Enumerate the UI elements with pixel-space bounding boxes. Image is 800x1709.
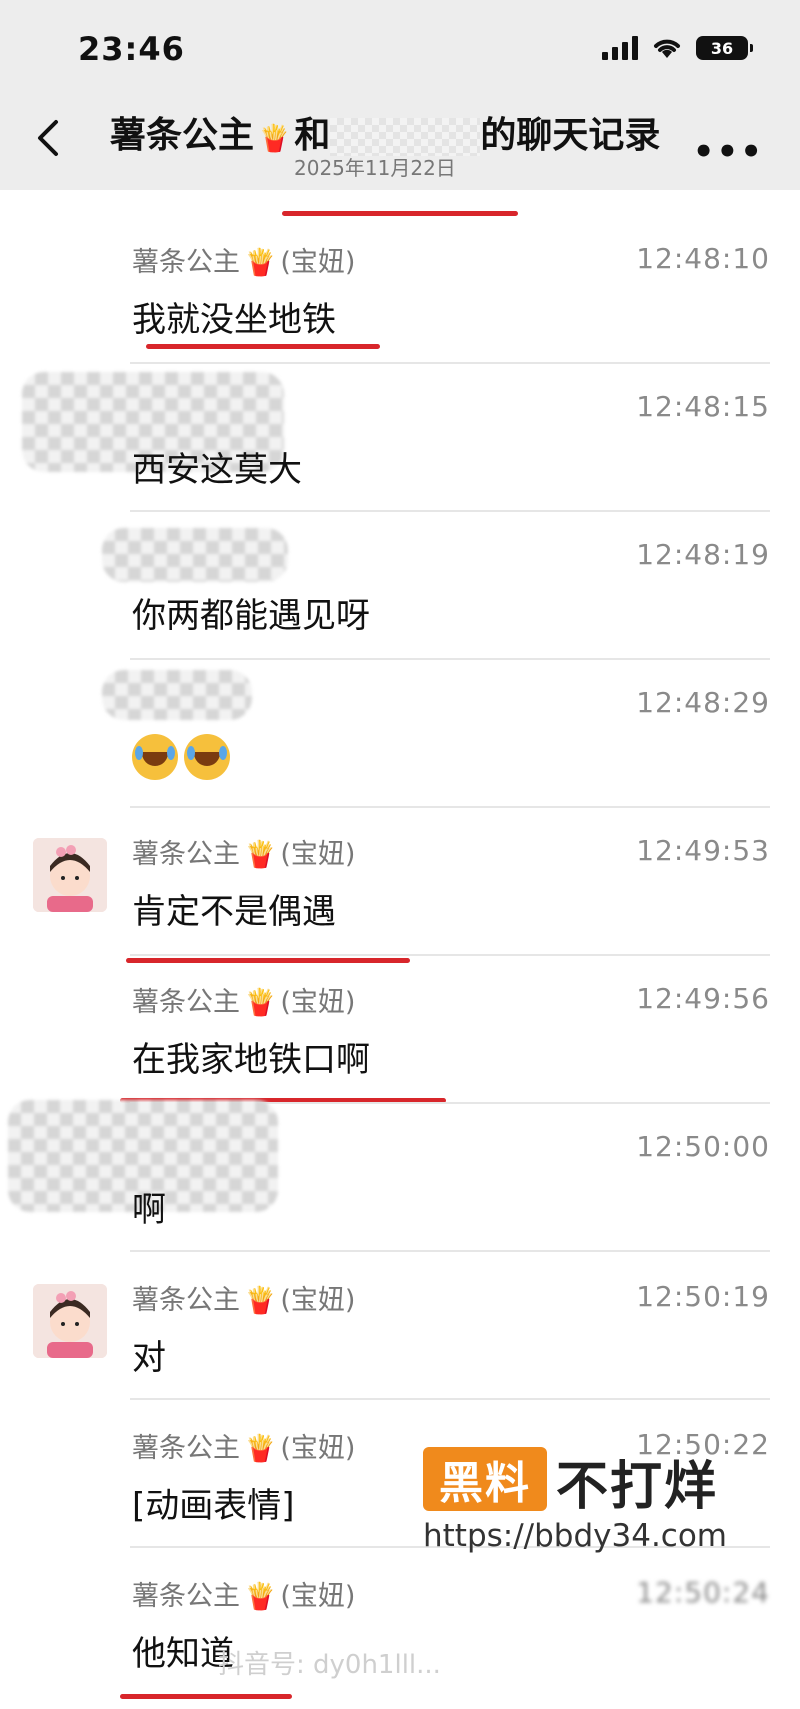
title-name: 薯条公主 <box>110 115 255 156</box>
sender-name: 薯条公主 🍟 (宝妞) <box>132 839 356 870</box>
highlight-underline <box>126 958 410 963</box>
timestamp: 12:49:56 <box>636 982 770 1015</box>
fries-icon: 🍟 <box>244 1582 277 1612</box>
timestamp: 12:48:19 <box>636 538 770 571</box>
timestamp: 12:50:00 <box>636 1130 770 1163</box>
wifi-icon <box>654 39 680 58</box>
timestamp: 12:48:15 <box>636 390 770 423</box>
message-text: 在我家地铁口啊 <box>132 1040 370 1080</box>
timestamp: 12:50:19 <box>636 1280 770 1313</box>
message-text: [动画表情] <box>132 1486 295 1526</box>
highlight-underline <box>146 344 380 349</box>
timestamp: 12:48:10 <box>636 242 770 275</box>
signal-icon <box>602 36 638 60</box>
status-icons: 36 <box>602 36 753 60</box>
laughing-crying-emoji-icon <box>184 734 230 780</box>
chat-date: 2025年11月22日 <box>294 156 456 180</box>
title-and: 和 <box>294 115 331 156</box>
status-bar: 23:46 36 <box>0 0 800 92</box>
more-options-icon[interactable]: ••• <box>693 132 764 172</box>
sender-name: 薯条公主 🍟 (宝妞) <box>132 247 356 278</box>
message-text: 肯定不是偶遇 <box>132 892 336 932</box>
fries-icon: 🍟 <box>244 840 277 870</box>
list-item[interactable]: 薯条公主 🍟 (宝妞) 12:49:56 在我家地铁口啊 <box>0 972 800 1100</box>
clock: 23:46 <box>78 30 185 68</box>
highlight-underline <box>120 1694 292 1699</box>
divider <box>130 806 770 808</box>
divider <box>130 362 770 364</box>
douyin-watermark: 抖音号: dy0h1lll... <box>218 1650 441 1680</box>
sender-name: 薯条公主 🍟 (宝妞) <box>132 1285 356 1316</box>
chat-header: 薯条公主 🍟 和 的聊天记录 2025年11月22日 ••• <box>0 92 800 190</box>
fries-icon: 🍟 <box>244 1286 277 1316</box>
list-item[interactable]: 薯条公主 🍟 (宝妞) 12:48:10 我就没坐地铁 <box>0 232 800 360</box>
redacted-name <box>330 118 481 156</box>
list-item[interactable]: 12:48:15 西安这莫大 <box>0 380 800 508</box>
watermark-url: https://bbdy34.com <box>423 1518 728 1554</box>
divider <box>130 510 770 512</box>
watermark-text: 不打烊 <box>556 1457 719 1517</box>
back-arrow-icon[interactable] <box>34 118 62 158</box>
message-text: 我就没坐地铁 <box>132 300 336 340</box>
list-item[interactable]: 12:48:29 <box>0 676 800 804</box>
list-item[interactable]: 薯条公主 🍟 (宝妞) 12:49:53 肯定不是偶遇 <box>0 824 800 952</box>
sender-name: 薯条公主 🍟 (宝妞) <box>132 987 356 1018</box>
title-suffix: 的聊天记录 <box>480 115 661 156</box>
message-text: 你两都能遇见呀 <box>132 596 370 636</box>
divider <box>130 658 770 660</box>
list-item[interactable]: 薯条公主 🍟 (宝妞) 12:50:19 对 <box>0 1268 800 1396</box>
sender-name: 薯条公主 🍟 (宝妞) <box>132 1581 356 1612</box>
divider <box>130 1250 770 1252</box>
fries-icon: 🍟 <box>244 988 277 1018</box>
fries-icon: 🍟 <box>244 248 277 278</box>
message-text: 对 <box>132 1338 166 1378</box>
divider <box>130 1398 770 1400</box>
laughing-crying-emoji-icon <box>132 734 178 780</box>
page-title: 薯条公主 🍟 和 的聊天记录 <box>110 106 660 158</box>
watermark-badge: 黑料 <box>423 1447 547 1511</box>
highlight-underline <box>282 211 518 216</box>
fries-icon: 🍟 <box>258 124 291 154</box>
message-text: 啊 <box>132 1190 166 1230</box>
message-text: 西安这莫大 <box>132 450 302 490</box>
timestamp: 12:50:24 <box>636 1576 770 1609</box>
list-item[interactable]: 薯条公主 🍟 (宝妞) 12:50:24 他知道 <box>0 1564 800 1704</box>
timestamp: 12:49:53 <box>636 834 770 867</box>
fries-icon: 🍟 <box>244 1434 277 1464</box>
list-item[interactable]: 12:48:19 你两都能遇见呀 <box>0 528 800 656</box>
timestamp: 12:48:29 <box>636 686 770 719</box>
list-item[interactable]: 12:50:00 啊 <box>0 1120 800 1248</box>
message-emoji <box>132 734 236 780</box>
divider <box>130 954 770 956</box>
battery-icon: 36 <box>696 36 753 60</box>
sender-name: 薯条公主 🍟 (宝妞) <box>132 1433 356 1464</box>
